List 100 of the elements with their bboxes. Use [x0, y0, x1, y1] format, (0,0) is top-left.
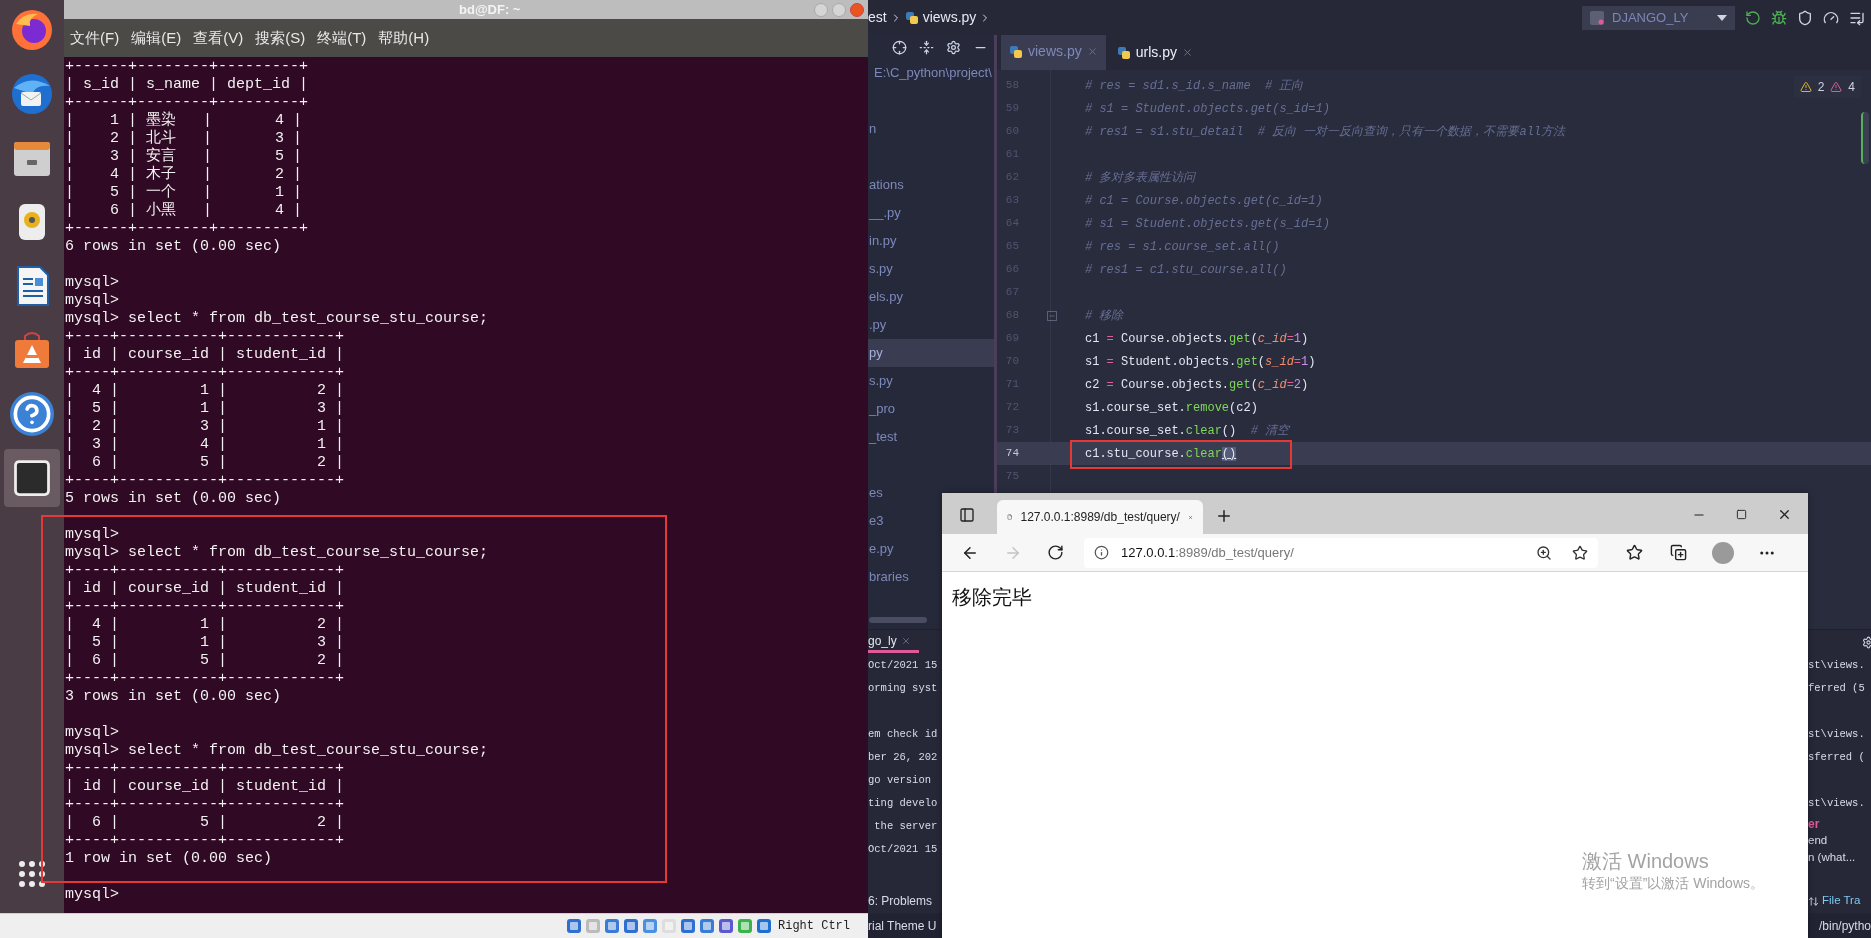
terminal-line: +----+-----------+------------+ [65, 472, 346, 490]
terminal-line: | 3 | 安言 | 5 | [65, 148, 304, 165]
terminal-line: mysql> [65, 724, 120, 742]
console-line: ber 26, 202 [868, 749, 939, 765]
menu-item[interactable]: 帮助(H) [378, 26, 430, 50]
error-icon [1830, 81, 1843, 93]
terminal-line: | id | course_id | student_id | [65, 778, 346, 796]
code-line: s1.course_set.remove(c2) [1085, 399, 1258, 417]
tree-item[interactable]: e.py [868, 535, 894, 563]
terminal-line: | 2 | 北斗 | 3 | [65, 130, 304, 147]
tool-window-tab[interactable]: File Tra [1808, 889, 1871, 913]
locate-icon[interactable] [892, 39, 907, 55]
code-line: # res = s1.course_set.all() [1085, 238, 1280, 256]
run-tab[interactable]: go_ly [868, 631, 919, 653]
tree-item[interactable]: braries [868, 563, 909, 591]
run-configuration-dropdown[interactable]: DJANGO_LY [1582, 5, 1735, 30]
code-line: # s1 = Student.objects.get(s_id=1) [1085, 100, 1330, 118]
tree-item[interactable]: s.py [868, 367, 893, 395]
browser-tab[interactable]: 127.0.0.1:8989/db_test/query/ [997, 500, 1203, 534]
zoom-icon[interactable] [1536, 544, 1552, 561]
maximize-icon[interactable] [1736, 509, 1747, 520]
gauge-icon[interactable] [1823, 9, 1839, 26]
tree-item[interactable]: __.py [868, 199, 901, 227]
code-line: # res1 = s1.stu_detail # 反向 一对一反向查询，只有一个数据，不需要all方法 [1085, 123, 1566, 141]
add-favorite-icon[interactable] [1572, 544, 1588, 561]
editor-tab[interactable]: views.py [1001, 35, 1106, 70]
shield-icon[interactable] [1797, 9, 1813, 26]
host-key-label: Right Ctrl [778, 918, 850, 935]
tree-item[interactable]: els.py [868, 283, 903, 311]
line-number: 74 [1004, 446, 1019, 462]
status-text: /bin/pytho [1818, 917, 1871, 935]
close-tab-icon[interactable] [1181, 47, 1193, 58]
console-line: em check id [868, 726, 939, 742]
project-path: E:\C_python\project\ [873, 64, 992, 83]
console-line: sferred ( [1808, 749, 1866, 765]
help-icon [10, 392, 54, 436]
terminal-line: +------+--------+---------+ [65, 58, 310, 76]
terminal-line: | 6 | 5 | 2 | [65, 814, 346, 832]
breadcrumb-item[interactable]: est [868, 7, 887, 28]
sidebar-icon[interactable] [959, 507, 975, 523]
menu-item[interactable]: 搜索(S) [255, 26, 306, 50]
settings-icon[interactable] [946, 39, 961, 55]
address-field[interactable]: 127.0.0.1:8989/db_test/query/ [1084, 537, 1598, 568]
tree-item[interactable]: .py [868, 311, 887, 339]
transfer-icon [1808, 895, 1819, 907]
python-file-icon [1009, 44, 1023, 59]
tree-item[interactable]: es [868, 479, 883, 507]
close-tab-icon[interactable] [900, 635, 911, 646]
terminal-line: | 5 | 1 | 3 | [65, 634, 346, 652]
device-status-icon [756, 918, 772, 934]
close-icon[interactable] [1777, 507, 1792, 522]
bug-icon[interactable] [1771, 9, 1787, 26]
refresh-icon[interactable] [1047, 544, 1064, 561]
terminal-line: | 2 | 3 | 1 | [65, 418, 346, 436]
browser-icon [10, 8, 54, 52]
console-line: er [1808, 815, 1821, 832]
inspection-widget[interactable]: 2 4 [1793, 76, 1861, 98]
tree-item[interactable]: ations [868, 171, 904, 199]
console-line: end [1808, 832, 1829, 848]
breadcrumb-item[interactable]: views.py [922, 7, 977, 28]
terminal-line: +----+-----------+------------+ [65, 328, 346, 346]
fold-marker-icon[interactable] [1047, 310, 1057, 321]
tree-item[interactable]: _pro [868, 395, 896, 423]
code-line: # res1 = c1.stu_course.all() [1085, 261, 1287, 279]
console-line: orming syst [868, 680, 939, 696]
device-status-icon [585, 918, 601, 934]
menu-item[interactable]: 终端(T) [317, 26, 367, 50]
scrollbar-thumb[interactable] [869, 617, 927, 623]
device-status-icon [737, 918, 753, 934]
terminal-line: mysql> [65, 274, 120, 292]
profile-avatar[interactable] [1712, 541, 1734, 564]
settings-icon[interactable] [1862, 635, 1871, 649]
warning-icon [1799, 81, 1812, 93]
code-line: # c1 = Course.objects.get(c_id=1) [1085, 192, 1323, 210]
menu-item[interactable]: 文件(F) [70, 26, 120, 50]
terminal-line: | 6 | 小黑 | 4 | [65, 202, 304, 220]
tree-item[interactable]: n [868, 115, 877, 143]
terminal-line: 6 rows in set (0.00 sec) [65, 238, 283, 256]
menu-item[interactable]: 查看(V) [193, 26, 244, 50]
tree-item[interactable]: s.py [868, 255, 893, 283]
rerun-icon[interactable] [1745, 9, 1761, 26]
editor-tab[interactable]: urls.py [1108, 35, 1201, 70]
dock-item[interactable] [4, 449, 60, 507]
tree-item[interactable]: in.py [868, 227, 897, 255]
menu-item[interactable]: 编辑(E) [131, 26, 182, 50]
tree-item[interactable]: _test [868, 423, 898, 451]
terminal-line: mysql> [65, 292, 120, 310]
new-tab-icon[interactable] [1215, 507, 1233, 525]
terminal-line: +----+-----------+------------+ [65, 796, 346, 814]
console-line: n (what... [1808, 849, 1857, 865]
device-status-icon [718, 918, 734, 934]
terminal-line: +----+-----------+------------+ [65, 562, 346, 580]
tool-window-tab[interactable]: 6: Problems [868, 889, 942, 913]
collapse-icon[interactable] [919, 39, 934, 55]
favorites-icon[interactable] [1626, 544, 1643, 561]
tree-item[interactable]: e3 [868, 507, 884, 535]
tree-item[interactable]: py [868, 339, 994, 367]
code-line: s1.course_set.clear() # 清空 [1085, 422, 1290, 440]
console-line: st\views. [1808, 726, 1866, 742]
collections-icon[interactable] [1670, 544, 1687, 561]
